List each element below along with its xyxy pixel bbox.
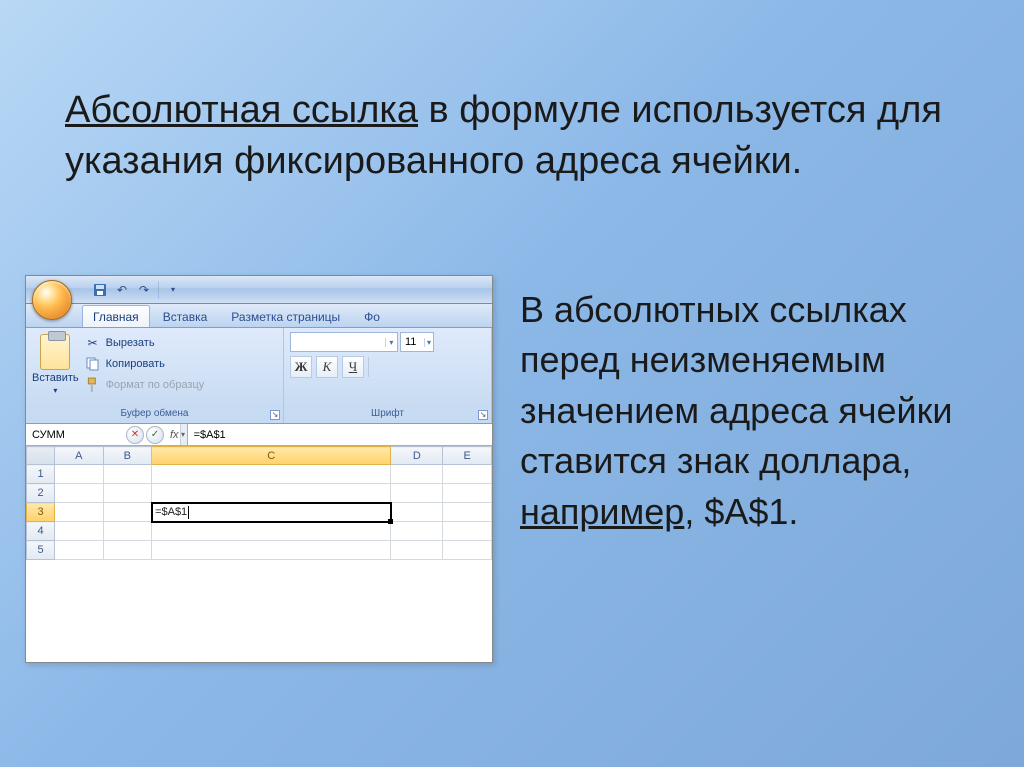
group-font-label: Шрифт ↘ [284, 407, 491, 423]
cell[interactable] [103, 541, 152, 560]
group-clipboard: Вставить ▾ ✂ Вырезать Копировать [26, 328, 284, 423]
cell[interactable] [152, 522, 391, 541]
quick-access-toolbar: ↶ ↷ ▾ [92, 281, 181, 299]
cancel-icon[interactable]: ✕ [126, 426, 144, 444]
qat-separator [158, 281, 159, 299]
cell[interactable] [443, 522, 492, 541]
paragraph-text: В абсолютных ссылках перед неизменяемым … [520, 289, 953, 481]
brush-icon [85, 377, 101, 393]
cell[interactable] [103, 484, 152, 503]
qat-customize-icon[interactable]: ▾ [165, 282, 181, 298]
tab-insert[interactable]: Вставка [152, 305, 219, 327]
row-header[interactable]: 4 [27, 522, 55, 541]
tab-formulas[interactable]: Фо [353, 305, 391, 327]
col-header[interactable]: C [152, 447, 391, 465]
paragraph-text: , $A$1. [684, 491, 798, 532]
slide-heading: Абсолютная ссылка в формуле используется… [65, 85, 945, 188]
paste-button[interactable]: Вставить ▾ [32, 332, 79, 403]
copy-icon [85, 356, 101, 372]
undo-icon[interactable]: ↶ [114, 282, 130, 298]
cell[interactable] [152, 465, 391, 484]
enter-icon[interactable]: ✓ [146, 426, 164, 444]
chevron-down-icon[interactable]: ▾ [385, 338, 397, 347]
title-bar: ↶ ↷ ▾ [26, 276, 492, 304]
excel-screenshot: ↶ ↷ ▾ Главная Вставка Разметка страницы … [25, 275, 493, 663]
cell[interactable] [103, 465, 152, 484]
cell[interactable] [55, 465, 104, 484]
text-caret [188, 506, 189, 519]
formula-bar: ▾ ✕ ✓ fx [26, 424, 492, 446]
format-painter-button[interactable]: Формат по образцу [83, 376, 207, 394]
slide-paragraph: В абсолютных ссылках перед неизменяемым … [520, 285, 990, 537]
group-clipboard-label: Буфер обмена ↘ [26, 407, 283, 423]
heading-term: Абсолютная ссылка [65, 89, 418, 131]
row-header[interactable]: 3 [27, 503, 55, 522]
tab-page-layout[interactable]: Разметка страницы [220, 305, 351, 327]
paste-label: Вставить [32, 372, 79, 384]
col-header[interactable]: E [443, 447, 492, 465]
paste-icon [40, 334, 70, 370]
chevron-down-icon[interactable]: ▾ [424, 338, 433, 347]
copy-button[interactable]: Копировать [83, 355, 207, 373]
bold-button[interactable]: Ж [290, 356, 312, 378]
tab-home[interactable]: Главная [82, 305, 150, 327]
cut-label: Вырезать [106, 337, 155, 349]
spreadsheet-grid[interactable]: A B C D E 1 2 3 =$A$1 4 5 [26, 446, 492, 560]
group-font: ▾ ▾ Ж К Ч Шрифт ↘ [284, 328, 492, 423]
font-name-combo[interactable]: ▾ [290, 332, 398, 352]
font-size-input[interactable] [401, 336, 424, 348]
paragraph-underlined: например [520, 491, 684, 532]
separator [368, 357, 369, 377]
active-cell[interactable]: =$A$1 [152, 503, 391, 522]
col-header[interactable]: A [55, 447, 104, 465]
cell-value: =$A$1 [155, 506, 187, 518]
row-header[interactable]: 1 [27, 465, 55, 484]
name-box[interactable]: ▾ [26, 424, 122, 445]
cell[interactable] [391, 503, 443, 522]
cell[interactable] [55, 522, 104, 541]
cell[interactable] [391, 465, 443, 484]
cell[interactable] [55, 484, 104, 503]
cell[interactable] [152, 541, 391, 560]
font-dialog-launcher-icon[interactable]: ↘ [478, 410, 488, 420]
cell[interactable] [443, 541, 492, 560]
formula-input[interactable] [188, 424, 492, 445]
save-icon[interactable] [92, 282, 108, 298]
paste-dropdown-icon[interactable]: ▾ [53, 386, 57, 395]
cell[interactable] [391, 522, 443, 541]
clipboard-dialog-launcher-icon[interactable]: ↘ [270, 410, 280, 420]
fx-icon[interactable]: fx [166, 429, 183, 441]
select-all-corner[interactable] [27, 447, 55, 465]
formula-bar-buttons: ✕ ✓ fx [122, 424, 188, 445]
cut-button[interactable]: ✂ Вырезать [83, 334, 207, 352]
cell[interactable] [152, 484, 391, 503]
col-header[interactable]: B [103, 447, 152, 465]
underline-button[interactable]: Ч [342, 356, 364, 378]
row-header[interactable]: 5 [27, 541, 55, 560]
col-header[interactable]: D [391, 447, 443, 465]
italic-button[interactable]: К [316, 356, 338, 378]
ribbon: Вставить ▾ ✂ Вырезать Копировать [26, 328, 492, 424]
copy-label: Копировать [106, 358, 165, 370]
ribbon-tabs: Главная Вставка Разметка страницы Фо [26, 304, 492, 328]
row-header[interactable]: 2 [27, 484, 55, 503]
cell[interactable] [103, 503, 152, 522]
format-painter-label: Формат по образцу [106, 379, 205, 391]
cell[interactable] [391, 484, 443, 503]
cell[interactable] [443, 503, 492, 522]
cell[interactable] [55, 503, 104, 522]
cell[interactable] [443, 465, 492, 484]
scissors-icon: ✂ [85, 335, 101, 351]
cell[interactable] [443, 484, 492, 503]
cell[interactable] [103, 522, 152, 541]
redo-icon[interactable]: ↷ [136, 282, 152, 298]
cell[interactable] [55, 541, 104, 560]
font-size-combo[interactable]: ▾ [400, 332, 434, 352]
cell[interactable] [391, 541, 443, 560]
font-name-input[interactable] [291, 336, 385, 348]
office-button[interactable] [32, 280, 72, 320]
